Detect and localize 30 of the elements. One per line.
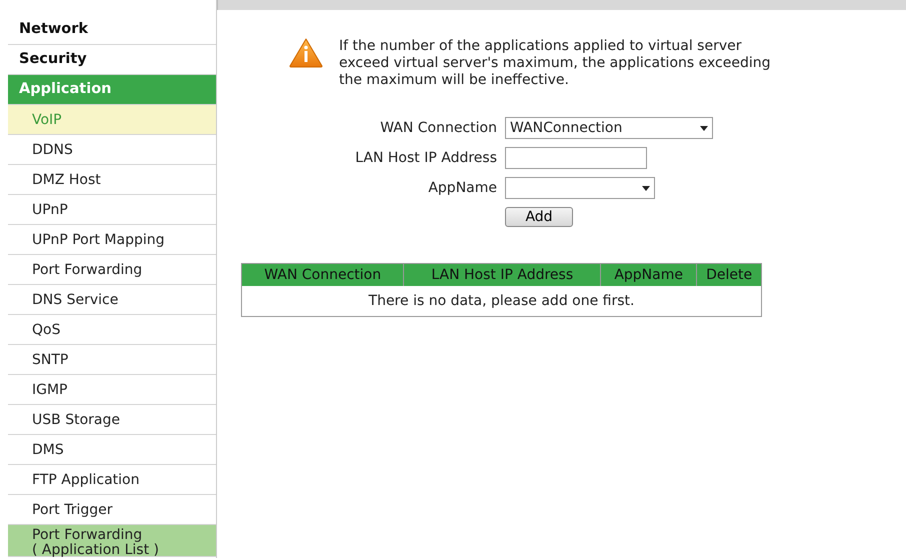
sidebar-item[interactable]: Port Forwarding ( Application List ) bbox=[8, 525, 216, 557]
column-header: LAN Host IP Address bbox=[404, 264, 601, 286]
sidebar-item[interactable]: DMS bbox=[8, 435, 216, 465]
sidebar-item[interactable]: DDNS bbox=[8, 135, 216, 165]
warning-icon bbox=[289, 38, 323, 68]
sidebar-item[interactable]: UPnP Port Mapping bbox=[8, 225, 216, 255]
sidebar-item[interactable]: USB Storage bbox=[8, 405, 216, 435]
field-label: LAN Host IP Address bbox=[354, 150, 497, 166]
sidebar-item[interactable]: DNS Service bbox=[8, 285, 216, 315]
caret-icon bbox=[642, 186, 650, 190]
caret-icon bbox=[700, 126, 708, 130]
column-header: WAN Connection bbox=[242, 264, 404, 286]
sidebar-item[interactable]: FTP Application bbox=[8, 465, 216, 495]
column-header: AppName bbox=[600, 264, 697, 286]
empty-message: There is no data, please add one first. bbox=[242, 286, 762, 316]
add-button[interactable]: Add bbox=[505, 207, 573, 227]
sidebar-item[interactable]: IGMP bbox=[8, 375, 216, 405]
column-header: Delete bbox=[696, 264, 762, 286]
sidebar-item[interactable]: UPnP bbox=[8, 195, 216, 225]
notice-text: If the number of the applications applied to virtual server exceed virtual server's maximum, the applications exceeding the maximum will be ineffective. bbox=[339, 38, 772, 89]
sidebar-item[interactable]: Port Forwarding bbox=[8, 255, 216, 285]
select-field[interactable] bbox=[505, 177, 655, 199]
sidebar-item[interactable]: DMZ Host bbox=[8, 165, 216, 195]
field-label: WAN Connection bbox=[379, 120, 497, 136]
sidebar-item[interactable]: SNTP bbox=[8, 345, 216, 375]
select-field[interactable]: WANConnection bbox=[505, 117, 713, 139]
sidebar-item[interactable]: Network bbox=[8, 15, 216, 45]
input-field[interactable] bbox=[505, 147, 647, 169]
field-label: AppName bbox=[427, 180, 497, 196]
sidebar-item[interactable]: QoS bbox=[8, 315, 216, 345]
